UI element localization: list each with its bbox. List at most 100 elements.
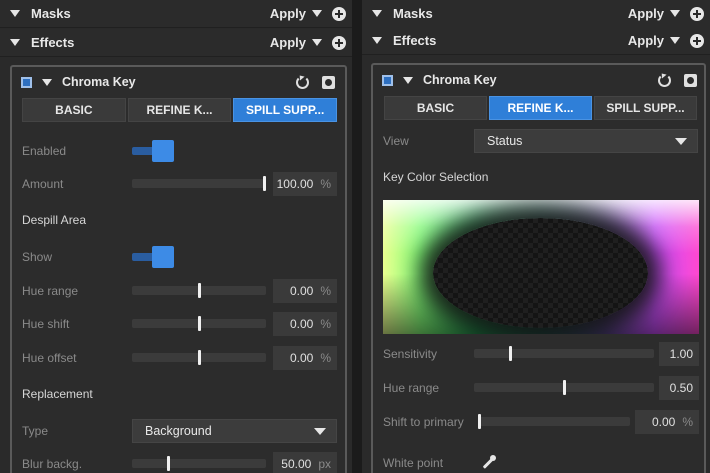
hue-range-value: 0.50: [669, 381, 693, 395]
hue-shift-label: Hue shift: [22, 317, 70, 331]
white-point-label: White point: [383, 456, 444, 470]
mask-icon[interactable]: [322, 76, 335, 89]
hue-offset-row: Hue offset 0.00%: [22, 346, 337, 370]
sensitivity-value-field[interactable]: 1.00: [659, 342, 699, 366]
expand-triangle-icon[interactable]: [10, 39, 20, 46]
effect-name: Chroma Key: [62, 75, 136, 89]
blur-background-label: Blur backg.: [22, 457, 83, 471]
hue-shift-value: 0.00: [289, 317, 314, 331]
tab-refine-key[interactable]: REFINE K...: [489, 96, 592, 120]
tab-spill-suppression[interactable]: SPILL SUPP...: [233, 98, 338, 122]
expand-triangle-icon[interactable]: [372, 37, 382, 44]
blur-background-value-field[interactable]: 50.00 px: [273, 452, 337, 473]
panel-divider: [352, 0, 362, 473]
chevron-down-icon: [312, 39, 322, 46]
effect-tabs: BASIC REFINE K... SPILL SUPP...: [384, 96, 697, 120]
slider-thumb[interactable]: [478, 414, 481, 429]
eyedropper-icon[interactable]: [480, 455, 496, 471]
slider-thumb[interactable]: [263, 176, 266, 191]
effects-apply-dropdown[interactable]: Apply: [270, 35, 322, 50]
reset-icon[interactable]: [658, 74, 671, 87]
enabled-label: Enabled: [22, 144, 67, 158]
checkbox-icon[interactable]: [21, 76, 32, 88]
chevron-down-icon: [675, 137, 687, 145]
hue-range-value: 0.00: [289, 284, 314, 298]
checkbox-icon[interactable]: [382, 74, 393, 86]
tab-refine-key[interactable]: REFINE K...: [127, 98, 232, 122]
apply-label: Apply: [627, 33, 664, 48]
masks-apply-dropdown[interactable]: Apply: [270, 6, 322, 21]
add-circle-icon[interactable]: [332, 6, 346, 21]
shift-to-primary-label: Shift to primary: [383, 415, 464, 429]
masks-section-header[interactable]: Masks Apply: [0, 0, 352, 28]
effects-title: Effects: [393, 33, 437, 48]
unit: px: [318, 457, 331, 471]
hue-offset-slider[interactable]: [132, 350, 266, 365]
unit: %: [682, 415, 693, 429]
hue-range-slider[interactable]: [474, 380, 654, 395]
effects-section-header[interactable]: Effects Apply: [362, 27, 710, 55]
chevron-down-icon: [312, 10, 322, 17]
show-toggle[interactable]: [132, 246, 174, 268]
expand-triangle-icon[interactable]: [10, 10, 20, 17]
blur-background-slider[interactable]: [132, 456, 266, 471]
type-row: Type Background: [22, 419, 337, 443]
expand-triangle-icon[interactable]: [403, 76, 413, 84]
masks-apply-dropdown[interactable]: Apply: [628, 6, 680, 21]
add-circle-icon[interactable]: [690, 33, 704, 48]
amount-value: 100.00: [276, 177, 314, 191]
expand-triangle-icon[interactable]: [42, 78, 52, 86]
key-color-picker[interactable]: [383, 200, 699, 334]
unit: %: [320, 284, 331, 298]
right-panel: Masks Apply Effects Apply Chroma Key BAS…: [362, 0, 710, 473]
effect-header: Chroma Key: [12, 67, 345, 97]
enabled-toggle[interactable]: [132, 140, 174, 162]
left-panel: Masks Apply Effects Apply Chroma Key BAS…: [0, 0, 352, 473]
amount-slider[interactable]: [132, 176, 266, 191]
hue-shift-slider[interactable]: [132, 316, 266, 331]
hue-shift-value-field[interactable]: 0.00%: [273, 312, 337, 336]
chroma-key-effect: Chroma Key BASIC REFINE K... SPILL SUPP.…: [371, 63, 706, 473]
key-color-header-row: Key Color Selection: [383, 165, 696, 189]
hue-range-label: Hue range: [383, 381, 440, 395]
shift-to-primary-value-field[interactable]: 0.00%: [635, 410, 699, 434]
hue-range-value-field[interactable]: 0.50: [659, 376, 699, 400]
effects-title: Effects: [31, 35, 75, 50]
expand-triangle-icon[interactable]: [372, 10, 382, 17]
slider-thumb[interactable]: [167, 456, 171, 471]
amount-value-field[interactable]: 100.00%: [273, 172, 337, 196]
replacement-header: Replacement: [22, 387, 93, 401]
white-point-row: White point: [383, 451, 696, 473]
sensitivity-slider[interactable]: [474, 346, 654, 361]
add-circle-icon[interactable]: [332, 35, 346, 50]
hue-offset-value: 0.00: [289, 351, 314, 365]
masks-section-header[interactable]: Masks Apply: [362, 0, 710, 28]
show-row: Show: [22, 245, 337, 269]
slider-thumb[interactable]: [197, 283, 201, 298]
type-select[interactable]: Background: [132, 419, 337, 443]
slider-thumb[interactable]: [562, 380, 566, 395]
shift-to-primary-value: 0.00: [651, 415, 676, 429]
tab-basic[interactable]: BASIC: [22, 98, 126, 122]
slider-thumb[interactable]: [197, 316, 201, 331]
hue-range-value-field[interactable]: 0.00%: [273, 279, 337, 303]
view-label: View: [383, 134, 409, 148]
tab-basic[interactable]: BASIC: [384, 96, 487, 120]
mask-icon[interactable]: [684, 74, 697, 87]
hue-offset-value-field[interactable]: 0.00%: [273, 346, 337, 370]
amount-row: Amount 100.00%: [22, 172, 337, 196]
tab-spill-suppression[interactable]: SPILL SUPP...: [594, 96, 697, 120]
slider-thumb[interactable]: [197, 350, 201, 365]
hue-range-label: Hue range: [22, 284, 79, 298]
reset-icon[interactable]: [296, 76, 309, 89]
blur-background-value: 50.00: [281, 457, 312, 471]
effects-apply-dropdown[interactable]: Apply: [628, 33, 680, 48]
effects-section-header[interactable]: Effects Apply: [0, 29, 352, 57]
shift-to-primary-row: Shift to primary 0.00%: [383, 410, 699, 434]
view-select[interactable]: Status: [474, 129, 698, 153]
add-circle-icon[interactable]: [690, 6, 704, 21]
hue-range-slider[interactable]: [132, 283, 266, 298]
slider-thumb[interactable]: [509, 346, 513, 361]
shift-to-primary-slider[interactable]: [478, 414, 630, 429]
key-color-selection-header: Key Color Selection: [383, 170, 489, 184]
